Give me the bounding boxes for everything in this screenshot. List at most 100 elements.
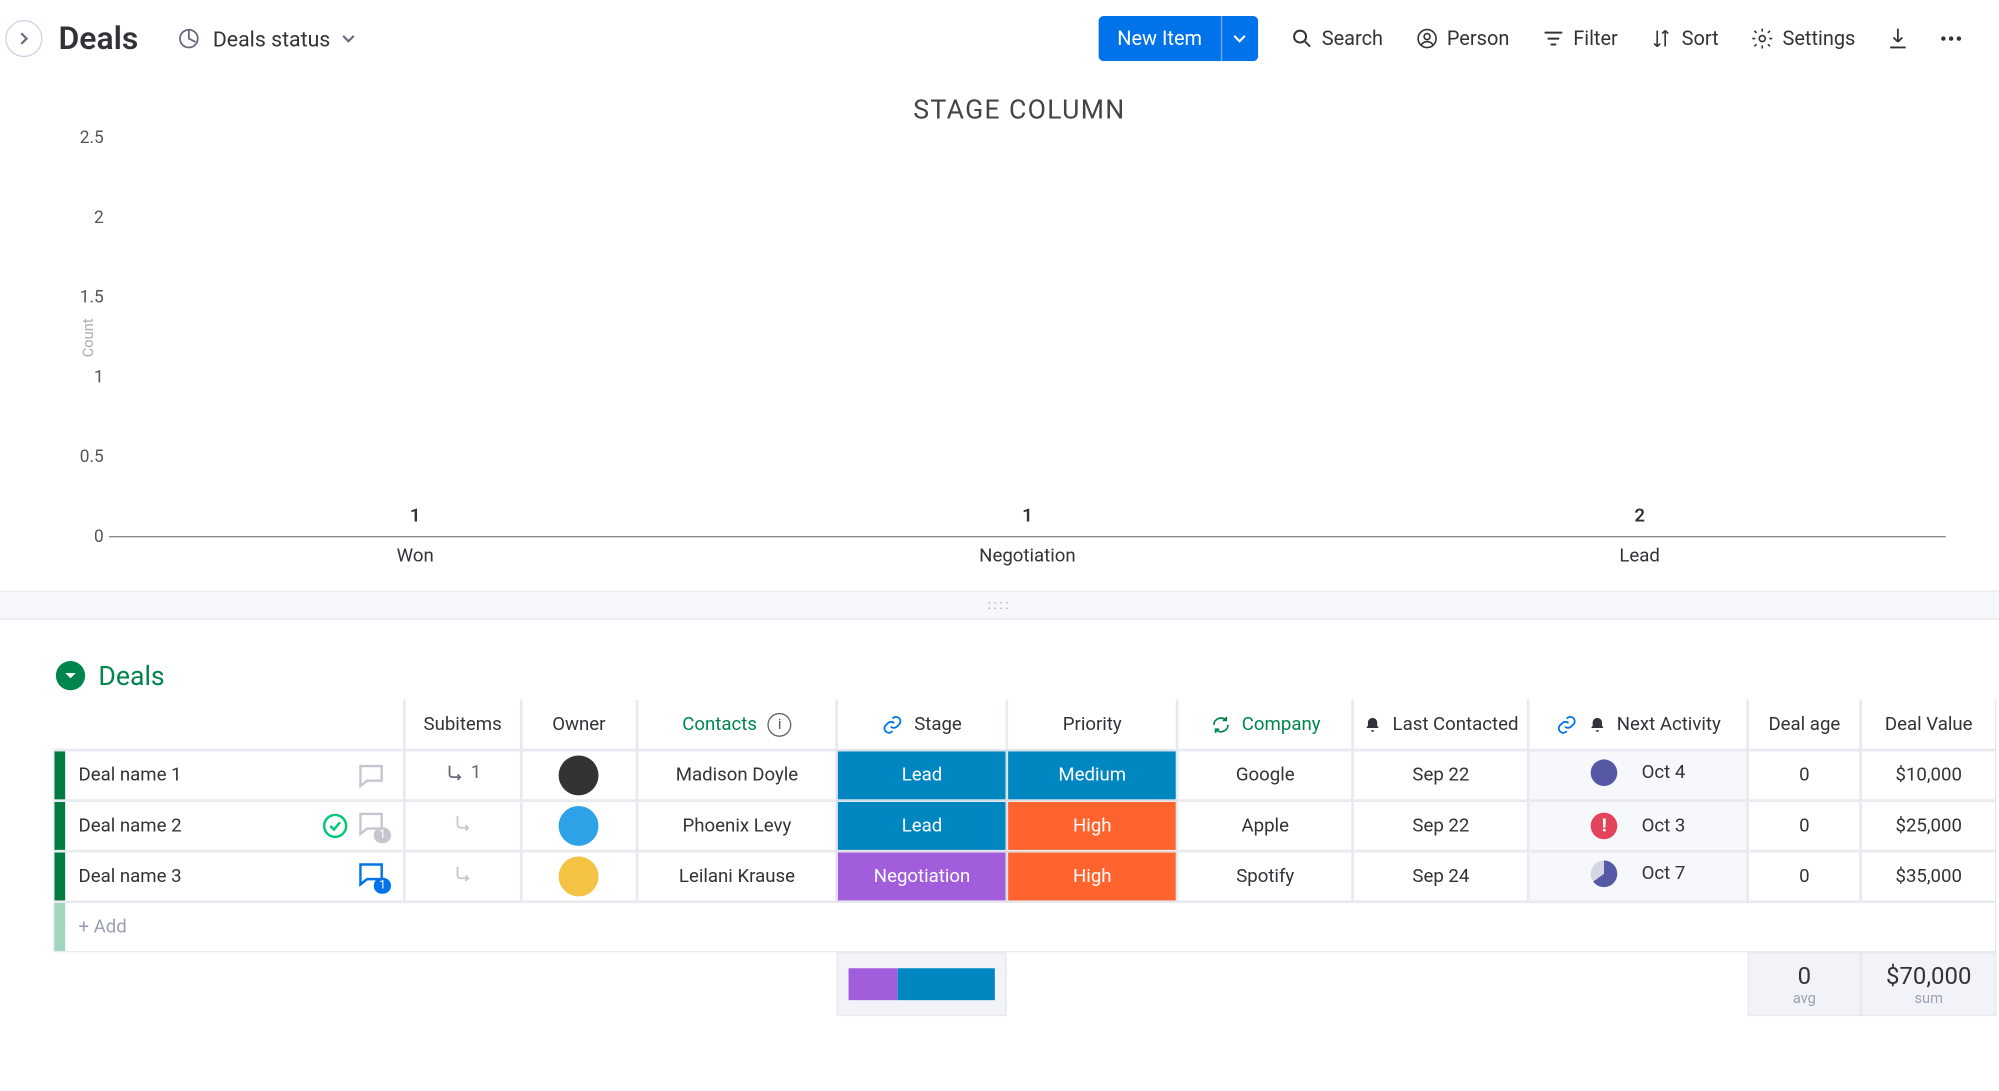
chart-area: Count 00.511.522.5 1Won1Negotiation2Lead [109, 138, 1959, 537]
contacts-cell[interactable]: Leilani Krause [637, 851, 837, 902]
search-action[interactable]: Search [1274, 19, 1399, 59]
bar-category-label: Negotiation [979, 537, 1076, 566]
col-contacts[interactable]: Contactsi [638, 700, 835, 749]
add-row[interactable]: + Add [53, 902, 1996, 953]
table-row[interactable]: Deal name 3 1 Leilani KrauseNegotiationH… [53, 851, 1996, 902]
view-label: Deals status [213, 26, 330, 51]
subitems-icon: 1 [444, 762, 481, 783]
stage-cell[interactable]: Lead [837, 801, 1007, 852]
chevron-right-icon [17, 32, 30, 45]
expand-sidebar-button[interactable] [5, 20, 42, 57]
row-activity-icons[interactable] [355, 759, 387, 791]
contacts-cell[interactable]: Phoenix Levy [637, 801, 837, 852]
link-icon [882, 714, 903, 735]
y-tick: 1 [94, 368, 104, 388]
panel-resize-handle[interactable]: :::: [0, 591, 1999, 620]
new-item-dropdown[interactable] [1221, 16, 1258, 61]
last-contacted-cell[interactable]: Sep 22 [1353, 750, 1529, 801]
company-cell[interactable]: Google [1177, 750, 1353, 801]
deal-age-cell[interactable]: 0 [1748, 851, 1861, 902]
col-stage[interactable]: Stage [838, 700, 1006, 749]
col-owner[interactable]: Owner [522, 700, 636, 749]
person-icon [1415, 27, 1439, 51]
col-last-contacted[interactable]: Last Contacted [1354, 700, 1527, 749]
chevron-down-icon [63, 668, 79, 684]
contacts-cell[interactable]: Madison Doyle [637, 750, 837, 801]
sort-action[interactable]: Sort [1634, 19, 1735, 59]
view-selector[interactable]: Deals status [162, 20, 370, 57]
new-item-split-button: New Item [1099, 16, 1258, 61]
deal-age-cell[interactable]: 0 [1748, 801, 1861, 852]
chart-title: STAGE COLUMN [80, 88, 1959, 139]
table-row[interactable]: Deal name 1 1 Madison DoyleLeadMediumGoo… [53, 750, 1996, 801]
chevron-down-icon [341, 31, 357, 47]
deal-name: Deal name 2 [78, 815, 181, 836]
last-contacted-cell[interactable]: Sep 22 [1353, 801, 1529, 852]
more-icon [1938, 25, 1965, 52]
col-subitems[interactable]: Subitems [406, 700, 520, 749]
row-activity-icons[interactable]: 1 [355, 858, 387, 895]
settings-action[interactable]: Settings [1735, 19, 1872, 59]
info-icon[interactable]: i [768, 712, 792, 736]
deal-name-cell[interactable]: Deal name 2 1 [53, 801, 404, 852]
owner-avatar [559, 806, 599, 846]
table-row[interactable]: Deal name 2 1 Phoenix LevyLeadHighAppleS… [53, 801, 1996, 852]
more-button[interactable] [1925, 17, 1978, 60]
priority-cell[interactable]: High [1007, 851, 1177, 902]
col-deal-age[interactable]: Deal age [1749, 700, 1860, 749]
next-activity-cell[interactable]: !Oct 3 [1529, 801, 1748, 852]
group-title[interactable]: Deals [98, 660, 164, 692]
subitems-cell[interactable] [405, 801, 521, 852]
deal-name-cell[interactable]: Deal name 3 1 [53, 851, 404, 902]
col-deal-value[interactable]: Deal Value [1862, 700, 1995, 749]
owner-avatar [559, 755, 599, 795]
filter-action[interactable]: Filter [1525, 19, 1633, 59]
search-icon [1290, 27, 1314, 51]
next-activity-cell[interactable]: Oct 7 [1529, 851, 1748, 902]
owner-cell[interactable] [521, 750, 637, 801]
last-contacted-cell[interactable]: Sep 24 [1353, 851, 1529, 902]
y-tick: 2 [94, 208, 104, 228]
priority-cell[interactable]: High [1007, 801, 1177, 852]
deals-table: Subitems Owner Contactsi Stage Priority … [53, 700, 1996, 1017]
subitems-cell[interactable] [405, 851, 521, 902]
subitems-icon [452, 863, 473, 884]
deal-value-cell[interactable]: $35,000 [1861, 851, 1996, 902]
table-header-row: Subitems Owner Contactsi Stage Priority … [53, 700, 1996, 751]
board-title: Deals [59, 20, 139, 57]
stage-distribution-bar[interactable] [849, 968, 995, 1000]
next-activity-cell[interactable]: Oct 4 [1529, 750, 1748, 801]
deal-age-cell[interactable]: 0 [1748, 750, 1861, 801]
row-activity-icons[interactable]: 1 [321, 807, 388, 846]
sort-icon [1650, 27, 1674, 51]
y-tick: 2.5 [80, 128, 104, 148]
row-color-stripe [55, 903, 66, 951]
stage-cell[interactable]: Negotiation [837, 851, 1007, 902]
bar-value-label: 1 [410, 505, 421, 526]
company-cell[interactable]: Spotify [1177, 851, 1353, 902]
bar-value-label: 2 [1634, 505, 1645, 526]
alert-icon: ! [1591, 813, 1618, 840]
owner-cell[interactable] [521, 801, 637, 852]
col-priority[interactable]: Priority [1008, 700, 1176, 749]
col-next-activity[interactable]: Next Activity [1530, 700, 1746, 749]
priority-cell[interactable]: Medium [1007, 750, 1177, 801]
deal-name-cell[interactable]: Deal name 1 [53, 750, 404, 801]
col-company[interactable]: Company [1179, 700, 1352, 749]
deal-value-cell[interactable]: $10,000 [1861, 750, 1996, 801]
conversation-icon[interactable] [355, 759, 387, 791]
owner-cell[interactable] [521, 851, 637, 902]
filter-label: Filter [1573, 27, 1618, 51]
download-button[interactable] [1871, 17, 1924, 60]
company-cell[interactable]: Apple [1177, 801, 1353, 852]
stage-cell[interactable]: Lead [837, 750, 1007, 801]
group-collapse-toggle[interactable] [56, 661, 85, 690]
bar-category-label: Won [397, 537, 434, 566]
subitems-cell[interactable]: 1 [405, 750, 521, 801]
new-item-button[interactable]: New Item [1099, 16, 1221, 61]
owner-avatar [559, 857, 599, 897]
refresh-icon [1210, 714, 1231, 735]
person-action[interactable]: Person [1399, 19, 1525, 59]
deal-value-cell[interactable]: $25,000 [1861, 801, 1996, 852]
deal-value-summary: $70,000sum [1861, 952, 1996, 1016]
